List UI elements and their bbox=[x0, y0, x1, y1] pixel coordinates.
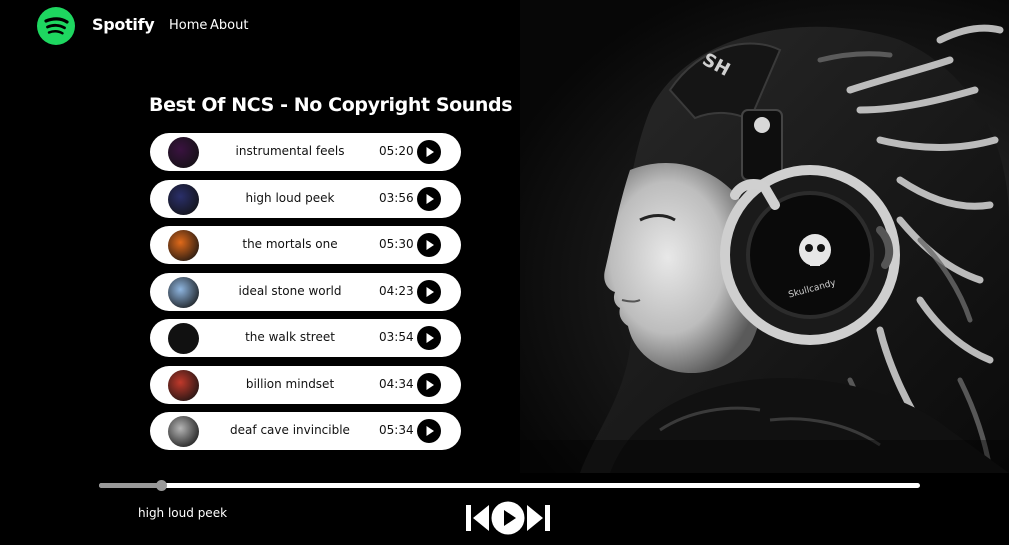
song-title: deaf cave invincible bbox=[230, 423, 350, 437]
song-duration: 03:56 bbox=[379, 190, 414, 205]
song-item[interactable]: deaf cave invincible 05:34 bbox=[150, 412, 461, 450]
top-nav: Spotify Home About bbox=[0, 0, 1009, 52]
progress-bar[interactable] bbox=[99, 480, 920, 491]
play-icon[interactable] bbox=[417, 233, 441, 257]
song-item[interactable]: high loud peek 03:56 bbox=[150, 179, 461, 218]
song-duration: 05:20 bbox=[379, 144, 414, 158]
nav-link-about[interactable]: About bbox=[210, 18, 248, 33]
song-item[interactable]: the mortals one 05:30 bbox=[150, 226, 461, 264]
nav-link-home[interactable]: Home bbox=[169, 18, 207, 33]
hero-image: SH Skullcandy bbox=[520, 0, 1009, 473]
song-item[interactable]: billion mindset 04:34 bbox=[150, 365, 461, 404]
song-title: high loud peek bbox=[245, 190, 335, 205]
song-item[interactable]: instrumental feels 05:20 bbox=[150, 133, 461, 171]
album-art bbox=[168, 276, 199, 308]
song-item[interactable]: the walk street 03:54 bbox=[150, 319, 461, 357]
song-item[interactable]: ideal stone world 04:23 bbox=[150, 272, 461, 311]
song-title: the mortals one bbox=[242, 237, 338, 251]
play-icon[interactable] bbox=[417, 372, 441, 397]
song-duration: 04:34 bbox=[379, 376, 414, 391]
next-track-icon[interactable] bbox=[526, 503, 551, 533]
player-controls bbox=[465, 500, 551, 535]
album-art bbox=[168, 369, 199, 401]
previous-track-icon[interactable] bbox=[465, 503, 490, 533]
play-circle-icon[interactable] bbox=[491, 501, 525, 535]
album-art bbox=[168, 416, 199, 447]
song-title: instrumental feels bbox=[235, 144, 345, 158]
song-title: ideal stone world bbox=[238, 283, 342, 298]
headphones-portrait-illustration: SH Skullcandy bbox=[520, 24, 1009, 473]
song-title: the walk street bbox=[245, 330, 335, 344]
song-duration: 03:54 bbox=[379, 330, 414, 344]
album-art bbox=[168, 137, 199, 168]
play-icon[interactable] bbox=[417, 186, 441, 211]
album-art bbox=[168, 183, 199, 215]
now-playing-title: high loud peek bbox=[138, 506, 228, 520]
playlist-title: Best Of NCS - No Copyright Sounds bbox=[149, 94, 513, 116]
song-duration: 04:23 bbox=[379, 283, 414, 298]
play-icon[interactable] bbox=[417, 326, 441, 350]
song-duration: 05:30 bbox=[379, 237, 414, 251]
progress-handle[interactable] bbox=[155, 480, 167, 491]
song-duration: 05:34 bbox=[379, 423, 414, 437]
play-icon[interactable] bbox=[417, 140, 441, 164]
page: SH Skullcandy Spotify Home About Best Of… bbox=[0, 0, 1009, 545]
progress-fill bbox=[99, 483, 161, 488]
play-icon[interactable] bbox=[417, 279, 441, 304]
album-art bbox=[168, 323, 199, 354]
album-art bbox=[168, 230, 199, 261]
song-list: instrumental feels 05:20 high loud peek … bbox=[150, 133, 461, 459]
brand-name: Spotify bbox=[92, 15, 155, 34]
play-icon[interactable] bbox=[417, 419, 441, 443]
spotify-logo-icon[interactable] bbox=[37, 7, 75, 45]
song-title: billion mindset bbox=[245, 376, 335, 391]
